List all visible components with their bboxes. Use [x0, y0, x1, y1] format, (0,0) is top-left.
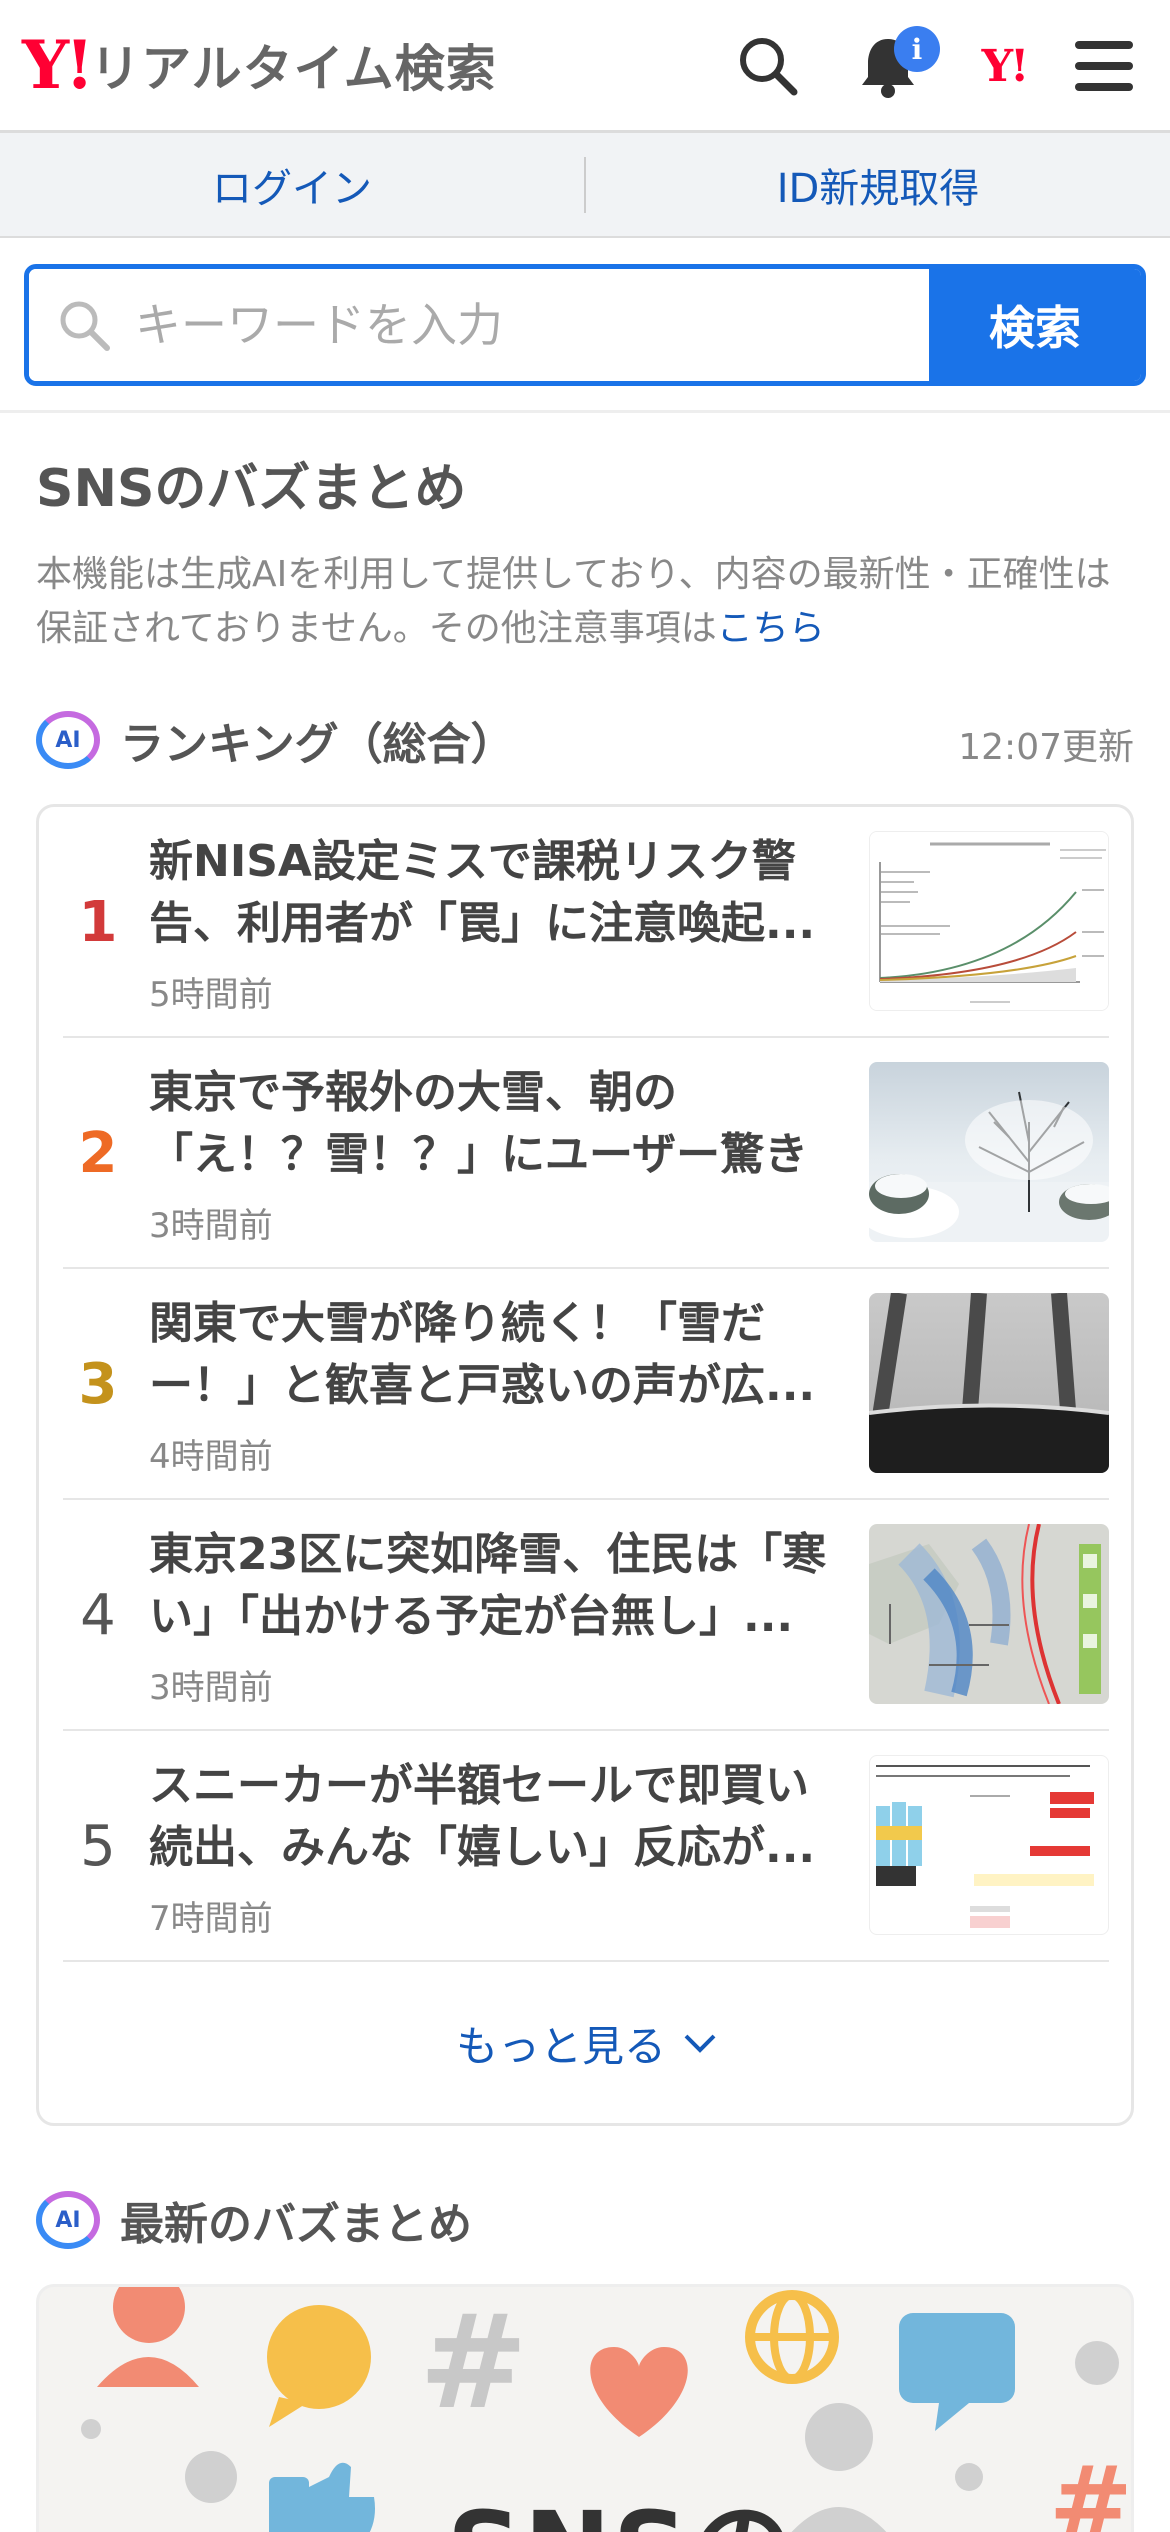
hashtag-icon-2: # [1049, 2444, 1133, 2532]
snowy-tree-thumbnail[interactable] [869, 1062, 1109, 1242]
weather-map-thumbnail[interactable] [869, 1524, 1109, 1704]
search-form: 検索 [24, 264, 1146, 386]
person-icon-2 [791, 2403, 887, 2532]
rank-number: 2 [78, 1121, 118, 1186]
ranking-item-title[interactable]: 東京23区に突如降雪、住民は「寒い」「出かける予定が台無し」... [149, 1524, 839, 1648]
ranking-title: ランキング（総合） [120, 719, 515, 770]
shopping-page-thumbnail[interactable] [869, 1755, 1109, 1935]
ranking-item-title[interactable]: 東京で予報外の大雪、朝の「え！？雪！？」にユーザー驚き [149, 1062, 839, 1186]
app-header: Y! リアルタイム検索 i Y! [0, 0, 1170, 133]
ranking-item-title[interactable]: 関東で大雪が降り続く！「雪だー！」と歓喜と戸惑いの声が広... [149, 1293, 839, 1417]
speech-bubble-icon [267, 2305, 371, 2427]
updated-time: 12:07更新 [958, 727, 1134, 768]
rank-number: 4 [80, 1583, 116, 1648]
hashtag-icon: # [419, 2287, 528, 2438]
ranking-item-1[interactable]: 1 新NISA設定ミスで課税リスク警告、利用者が「罠」に注意喚起... 5時間前 [63, 807, 1109, 1038]
divider [0, 410, 1170, 413]
ranking-item-time: 7時間前 [149, 1899, 273, 1939]
login-link[interactable]: ログイン [0, 156, 584, 214]
heart-icon [590, 2347, 688, 2437]
disclaimer-link[interactable]: こちら [717, 608, 825, 649]
ranking-item-time: 3時間前 [149, 1668, 273, 1708]
notification-badge: i [894, 26, 940, 72]
ai-icon: AI [36, 711, 100, 769]
page-title: SNSのバズまとめ [36, 459, 467, 519]
thumbs-up-icon [269, 2462, 375, 2532]
ranking-item-title[interactable]: 新NISA設定ミスで課税リスク警告、利用者が「罠」に注意喚起... [149, 831, 839, 955]
globe-icon [745, 2290, 839, 2384]
disclaimer-text: 本機能は生成AIを利用して提供しており、内容の最新性・正確性は保証されておりませ… [36, 554, 1111, 649]
search-box[interactable] [29, 269, 929, 381]
logo-text: リアルタイム検索 [90, 40, 497, 98]
latest-heading: AI 最新のバズまとめ [36, 2188, 472, 2252]
snowy-car-thumbnail[interactable] [869, 1293, 1109, 1473]
ranking-item-5[interactable]: 5 スニーカーが半額セールで即買い続出、みんな「嬉しい」反応が... 7時間前 [63, 1731, 1109, 1962]
hamburger-menu-icon[interactable] [1064, 26, 1144, 106]
ai-icon: AI [36, 2191, 100, 2249]
account-bar: ログイン ID新規取得 [0, 133, 1170, 238]
sns-buzz-banner[interactable]: # # SNSの [36, 2284, 1134, 2532]
ranking-heading: AI ランキング（総合） [36, 708, 515, 772]
search-icon [60, 301, 110, 351]
yahoo-realtime-logo[interactable]: Y! リアルタイム検索 [22, 30, 497, 100]
rank-number: 1 [78, 890, 118, 955]
search-icon[interactable] [728, 26, 808, 106]
ranking-item-time: 5時間前 [149, 975, 273, 1015]
banner-title: SNSの [447, 2465, 796, 2532]
rank-number: 3 [78, 1352, 118, 1417]
ranking-item-time: 4時間前 [149, 1437, 273, 1477]
ranking-item-3[interactable]: 3 関東で大雪が降り続く！「雪だー！」と歓喜と戸惑いの声が広... 4時間前 [63, 1269, 1109, 1500]
rank-number: 5 [80, 1814, 116, 1879]
more-label: もっと見る [455, 2021, 666, 2071]
more-button[interactable]: もっと見る [39, 1993, 1137, 2093]
ranking-item-4[interactable]: 4 東京23区に突如降雪、住民は「寒い」「出かける予定が台無し」... 3時間前 [63, 1500, 1109, 1731]
logo-mark: Y! [22, 26, 94, 104]
ranking-card: 1 新NISA設定ミスで課税リスク警告、利用者が「罠」に注意喚起... 5時間前 [36, 804, 1134, 2126]
ranking-item-time: 3時間前 [149, 1206, 273, 1246]
person-icon [97, 2287, 199, 2387]
notification-bell-icon[interactable]: i [848, 26, 940, 106]
signup-link[interactable]: ID新規取得 [586, 156, 1170, 214]
chat-icon [899, 2313, 1015, 2431]
ranking-item-title[interactable]: スニーカーが半額セールで即買い続出、みんな「嬉しい」反応が... [149, 1755, 839, 1879]
search-input[interactable] [135, 298, 835, 352]
ai-disclaimer: 本機能は生成AIを利用して提供しており、内容の最新性・正確性は保証されておりませ… [36, 548, 1136, 656]
ranking-item-2[interactable]: 2 東京で予報外の大雪、朝の「え！？雪！？」にユーザー驚き 3時間前 [63, 1038, 1109, 1269]
yahoo-japan-icon[interactable]: Y! [964, 26, 1044, 106]
chevron-down-icon [684, 2034, 716, 2053]
latest-title: 最新のバズまとめ [120, 2199, 472, 2250]
chart-thumbnail[interactable] [869, 831, 1109, 1011]
search-button[interactable]: 検索 [929, 269, 1141, 381]
